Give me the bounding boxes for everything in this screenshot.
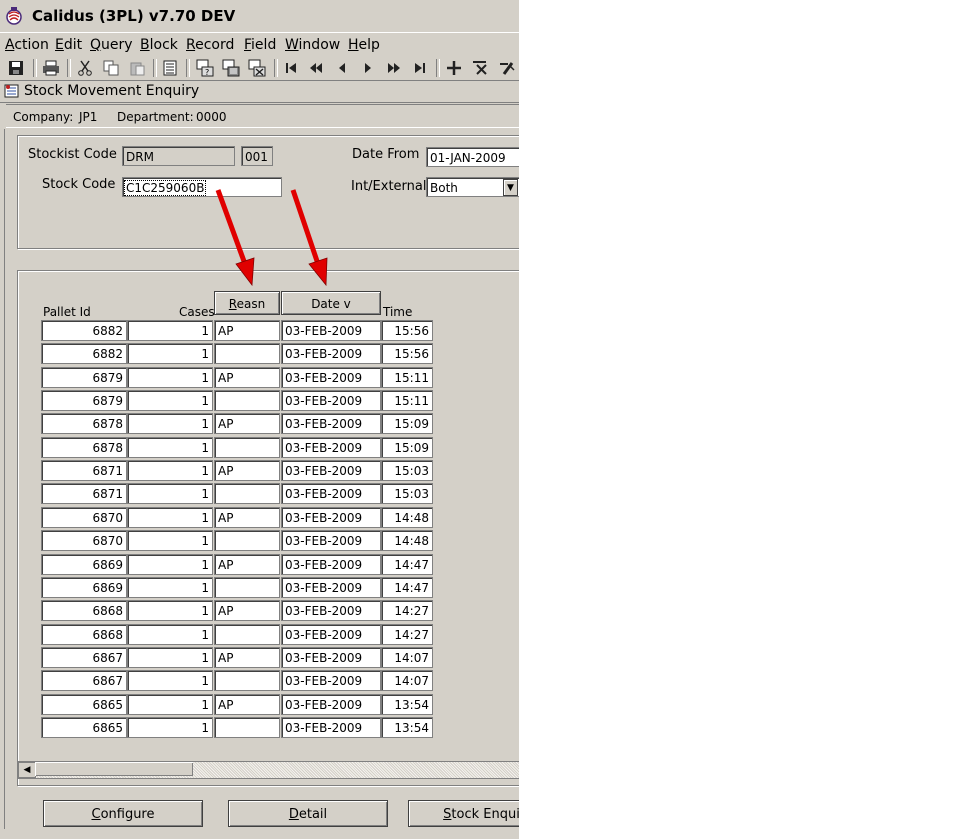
annotation-arrow-reason [215, 189, 255, 287]
application-window: Calidus (3PL) v7.70 DEV Action Edit Query B… [0, 0, 519, 839]
annotation-arrow-date [290, 189, 328, 287]
annotation-arrows [215, 189, 328, 287]
